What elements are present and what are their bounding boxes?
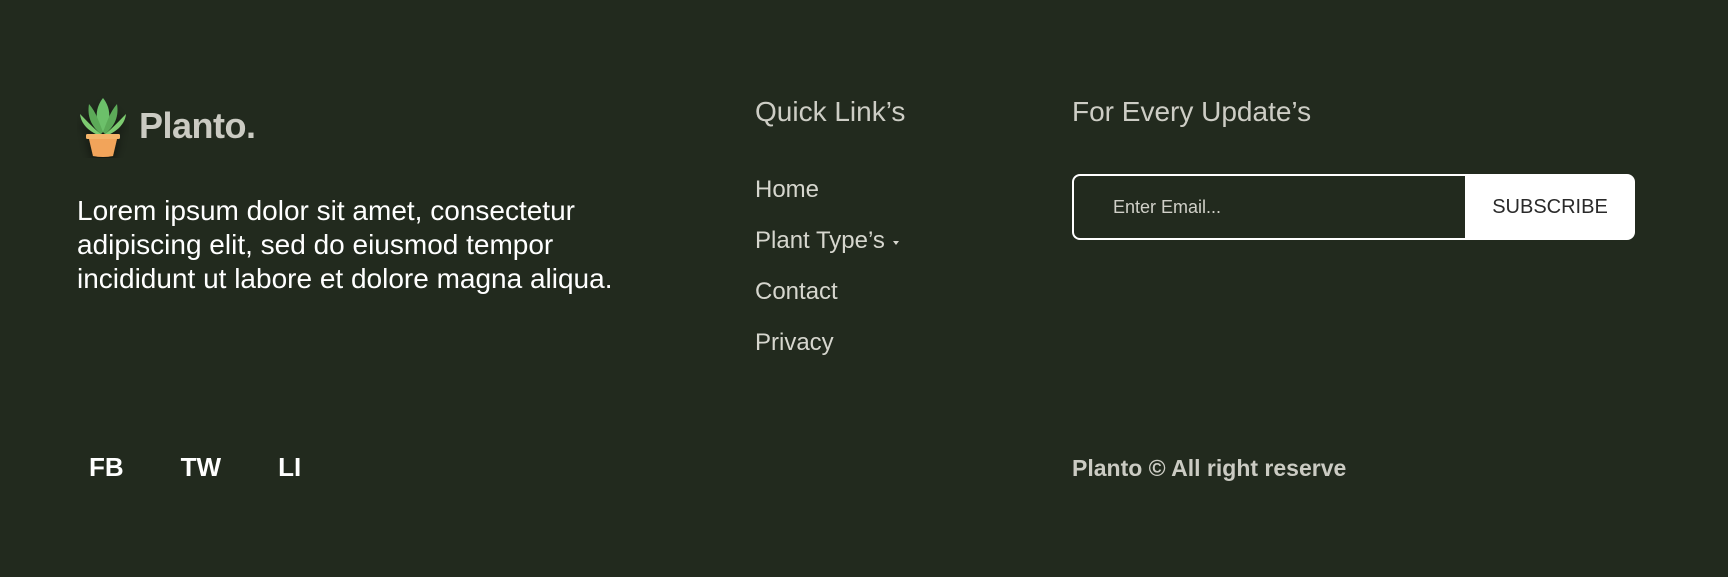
site-footer: Planto. Lorem ipsum dolor sit amet, cons… [0,0,1728,577]
social-links: FB TW LI [89,452,358,483]
social-link-linkedin[interactable]: LI [278,452,301,483]
subscribe-form: SUBSCRIBE [1072,174,1635,240]
quick-links-title: Quick Link’s [755,96,906,127]
caret-down-icon [892,241,899,245]
brand-name: Planto. [139,105,256,146]
social-link-twitter[interactable]: TW [181,452,221,483]
potted-plant-icon [80,98,126,157]
social-link-facebook[interactable]: FB [89,452,124,483]
footer-link-home[interactable]: Home [755,176,899,227]
about-text: Lorem ipsum dolor sit amet, consectetur … [77,195,613,294]
email-input[interactable] [1072,174,1465,240]
quick-links-list: Home Plant Type’s Contact Privacy [755,176,899,380]
updates-title: For Every Update’s [1072,96,1312,127]
footer-link-label: Plant Type’s [755,227,885,254]
footer-link-privacy[interactable]: Privacy [755,329,899,380]
footer-link-plant-types[interactable]: Plant Type’s [755,227,899,278]
footer-link-label: Home [755,176,820,203]
footer-link-label: Privacy [755,329,834,356]
footer-link-contact[interactable]: Contact [755,278,899,329]
copyright-text: Planto © All right reserve [1072,455,1347,481]
brand[interactable]: Planto. [77,94,256,158]
footer-link-label: Contact [755,278,838,305]
subscribe-button[interactable]: SUBSCRIBE [1465,174,1635,240]
